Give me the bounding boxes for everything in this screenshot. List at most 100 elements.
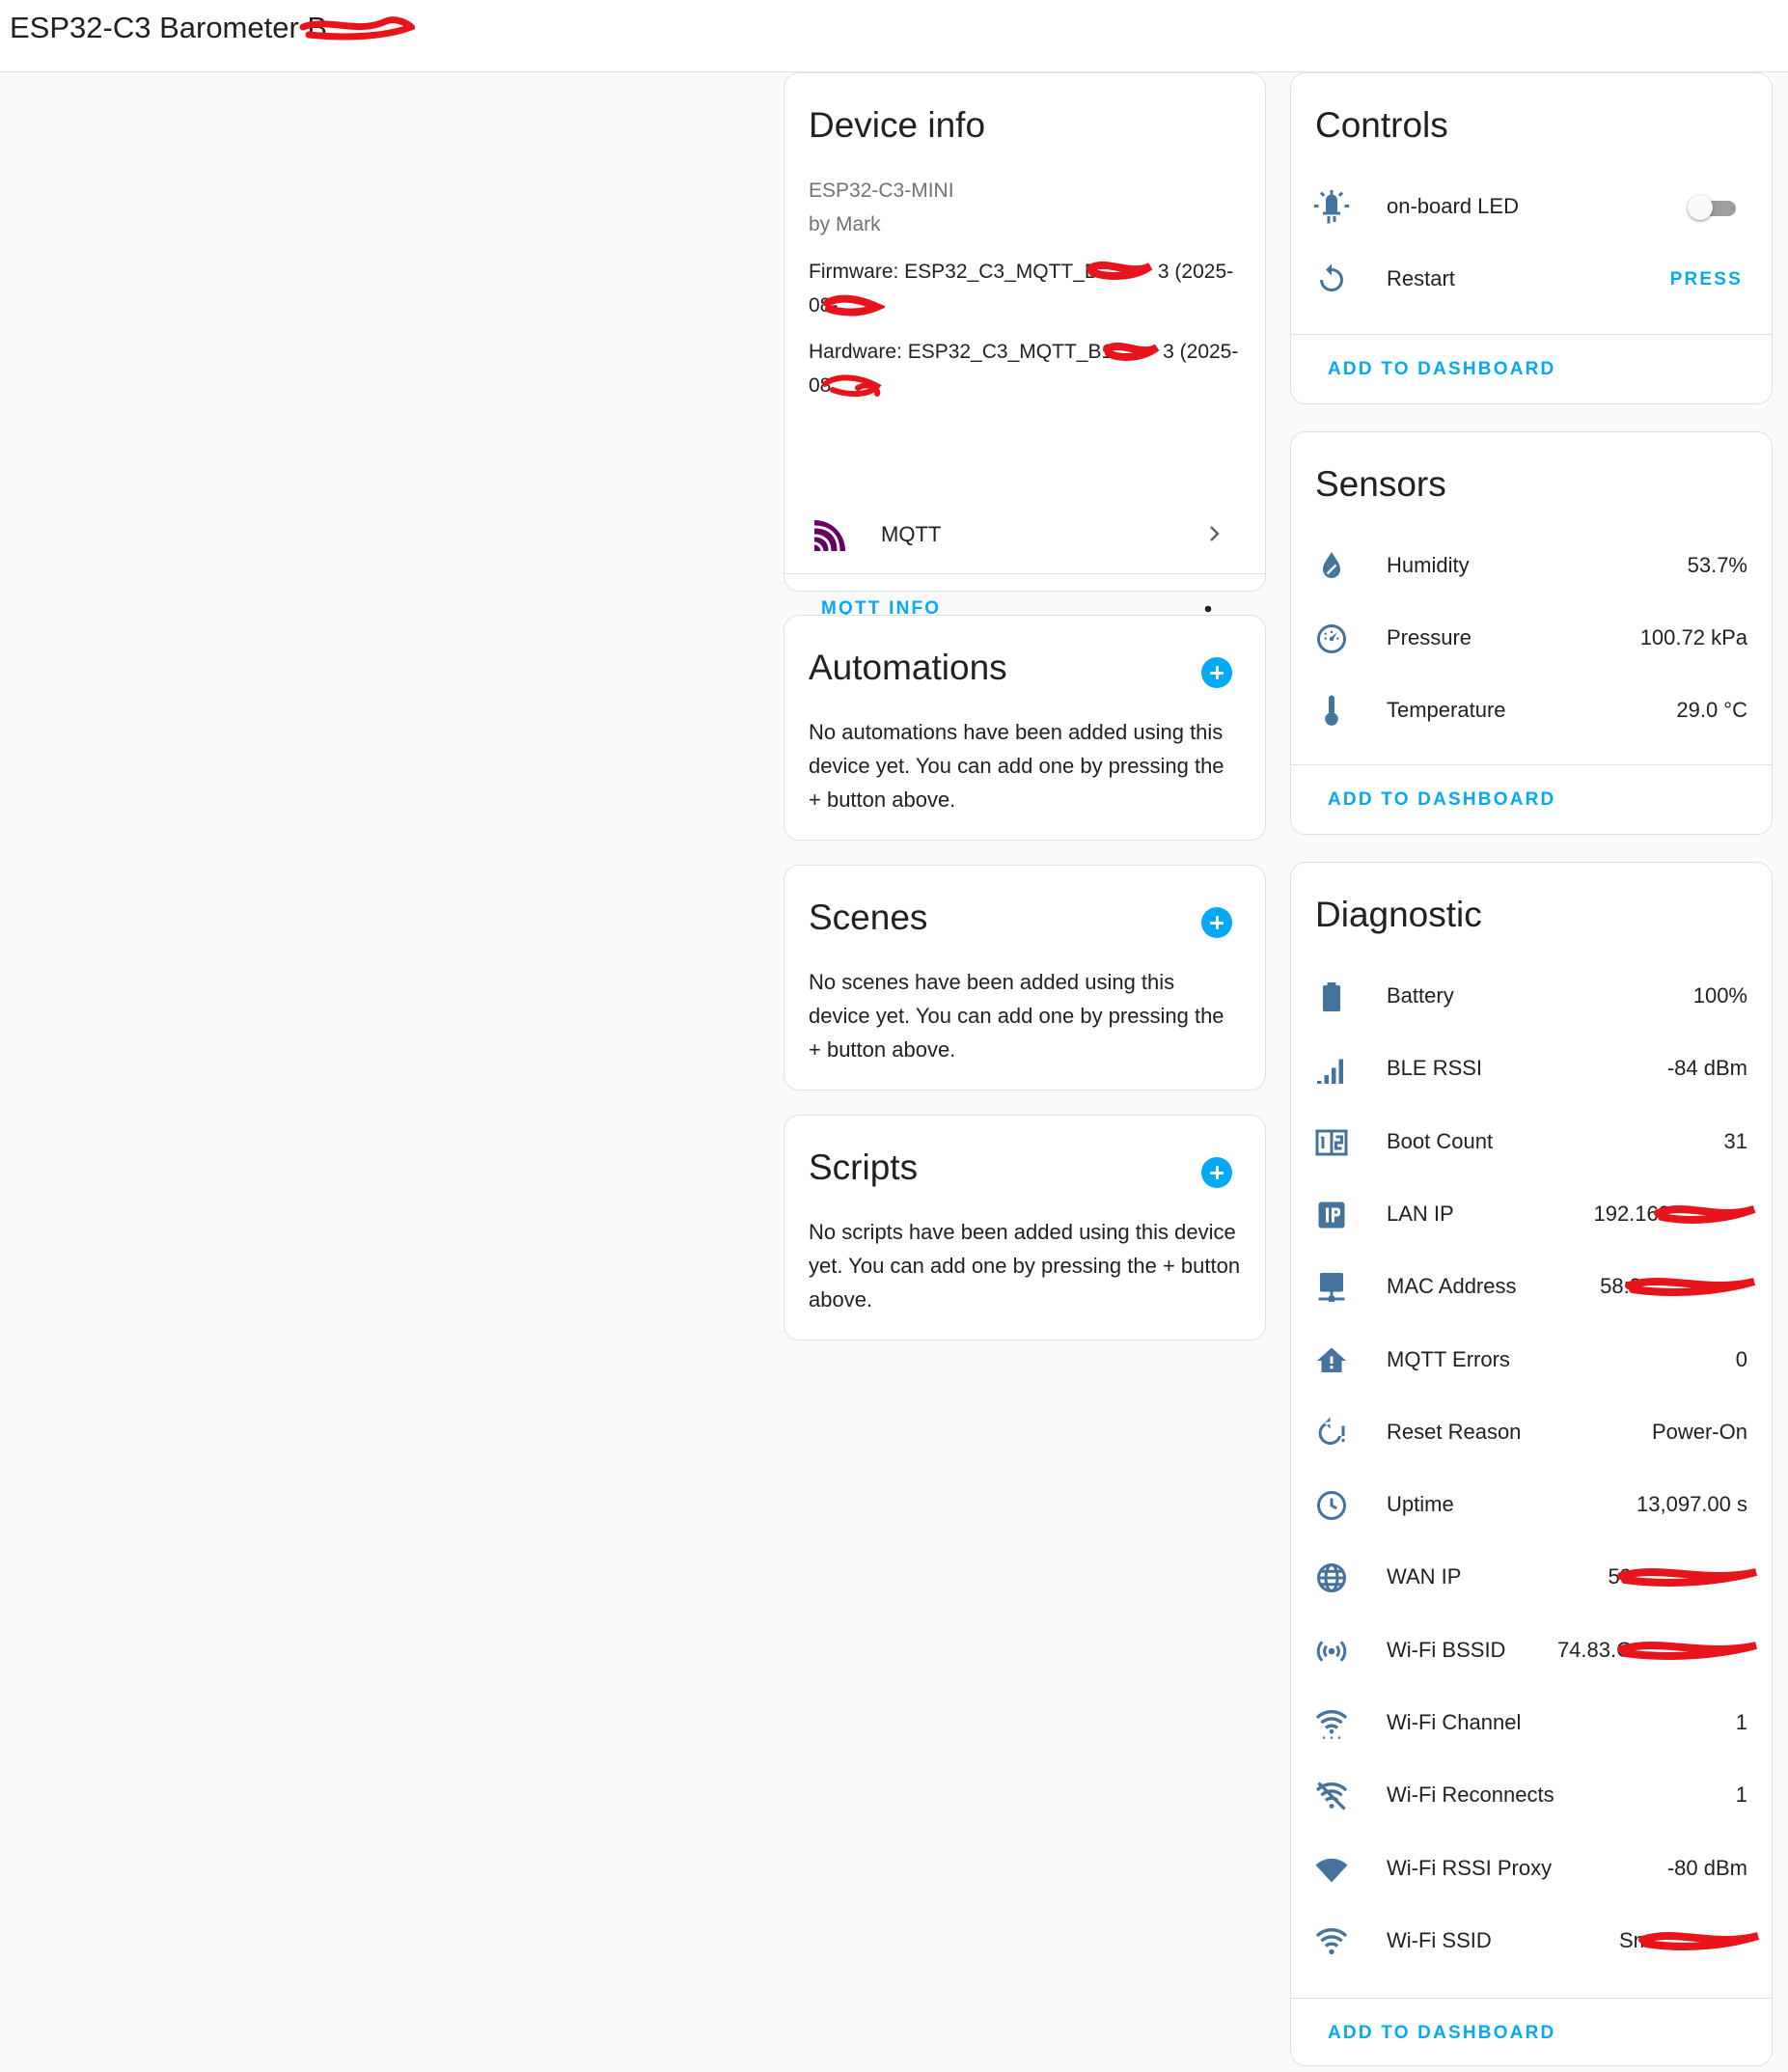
entity-row-wi-fi-rssi-proxy[interactable]: Wi-Fi RSSI Proxy -80 dBm xyxy=(1291,1833,1772,1902)
add-to-dashboard-button[interactable]: ADD TO DASHBOARD xyxy=(1328,789,1555,811)
alert-home-icon xyxy=(1314,1343,1349,1378)
entity-value: 31 xyxy=(1723,1128,1747,1153)
firmware-prefix: Firmware: ESP32_C3_MQTT_B xyxy=(809,261,1098,283)
wifi-channel-icon xyxy=(1314,1706,1349,1741)
hardware-text: Hardware: ESP32_C3_MQTT_B1 3 (2025- xyxy=(809,341,1238,364)
entity-row-reset-reason[interactable]: Reset Reason Power-On xyxy=(1291,1396,1772,1466)
hardware-prefix: Hardware: ESP32_C3_MQTT_B1 xyxy=(809,341,1114,363)
entity-row-restart[interactable]: Restart PRESS xyxy=(1291,243,1772,313)
entity-row-onboard-led[interactable]: on-board LED xyxy=(1291,171,1772,240)
entity-row-mac-address[interactable]: MAC Address 58:8 xyxy=(1291,1251,1772,1320)
gauge-icon xyxy=(1314,622,1349,656)
add-scene-button[interactable] xyxy=(1201,907,1232,938)
thermometer-icon xyxy=(1314,694,1349,729)
entity-row-uptime[interactable]: Uptime 13,097.00 s xyxy=(1291,1469,1772,1538)
entity-row-ble-rssi[interactable]: BLE RSSI -84 dBm xyxy=(1291,1033,1772,1102)
controls-card: Controls on-board LED Restart PRESS ADD … xyxy=(1290,72,1773,404)
entity-label: Wi-Fi SSID xyxy=(1387,1927,1492,1952)
scripts-title: Scripts xyxy=(809,1147,919,1187)
device-manufacturer: by Mark xyxy=(809,213,881,235)
entity-label: LAN IP xyxy=(1387,1201,1454,1226)
restart-alert-icon xyxy=(1314,1416,1349,1450)
redaction-mark xyxy=(822,374,882,398)
entity-row-wi-fi-channel[interactable]: Wi-Fi Channel 1 xyxy=(1291,1687,1772,1756)
device-info-card: Device info ESP32-C3-MINI by Mark Firmwa… xyxy=(784,72,1266,632)
entity-value: 1 xyxy=(1735,1710,1747,1734)
entity-label: MAC Address xyxy=(1387,1274,1517,1299)
entity-label: WAN IP xyxy=(1387,1564,1462,1589)
counter-icon xyxy=(1314,1125,1349,1160)
redaction-mark xyxy=(1638,1931,1760,1950)
device-info-title: Device info xyxy=(809,105,986,145)
automations-card: Automations No automations have been add… xyxy=(784,615,1266,841)
mqtt-integration-label: MQTT xyxy=(881,522,942,546)
firmware-suffix: 3 (2025- xyxy=(1157,261,1234,283)
hardware-suffix: 3 (2025- xyxy=(1163,341,1239,363)
redaction-mark xyxy=(299,16,415,41)
scenes-title: Scenes xyxy=(809,898,928,937)
entity-row-temperature[interactable]: Temperature 29.0 °C xyxy=(1291,675,1772,744)
entity-value: -84 dBm xyxy=(1666,1056,1747,1081)
automations-empty-text: No automations have been added using thi… xyxy=(809,720,1224,812)
entity-label: Humidity xyxy=(1387,553,1470,577)
entity-row-wi-fi-reconnects[interactable]: Wi-Fi Reconnects 1 xyxy=(1291,1759,1772,1829)
battery-icon xyxy=(1314,980,1349,1014)
entity-row-battery[interactable]: Battery 100% xyxy=(1291,960,1772,1030)
entity-row-wan-ip[interactable]: WAN IP 59 xyxy=(1291,1541,1772,1611)
entity-label: Battery xyxy=(1387,983,1454,1008)
entity-value: 1 xyxy=(1735,1782,1747,1808)
mqtt-logo-icon xyxy=(812,518,847,553)
entity-label: on-board LED xyxy=(1387,194,1519,218)
redaction-mark xyxy=(1087,261,1153,280)
ip-icon xyxy=(1314,1198,1349,1232)
add-to-dashboard-button[interactable]: ADD TO DASHBOARD xyxy=(1328,359,1555,380)
card-divider xyxy=(1291,764,1772,765)
add-to-dashboard-button[interactable]: ADD TO DASHBOARD xyxy=(1328,2023,1555,2044)
firmware-text: Firmware: ESP32_C3_MQTT_B 3 (2025- xyxy=(809,261,1233,284)
entity-label: Wi-Fi RSSI Proxy xyxy=(1387,1855,1553,1880)
mqtt-integration-row[interactable]: MQTT xyxy=(784,498,1265,570)
add-script-button[interactable] xyxy=(1201,1157,1232,1188)
entity-row-wi-fi-ssid[interactable]: Wi-Fi SSID Sm xyxy=(1291,1905,1772,1975)
entity-label: Wi-Fi BSSID xyxy=(1387,1637,1506,1662)
device-model: ESP32-C3-MINI xyxy=(809,180,954,202)
redaction-mark xyxy=(1617,1568,1758,1588)
entity-value: 53.7% xyxy=(1687,553,1747,577)
entity-label: Boot Count xyxy=(1387,1128,1494,1153)
add-automation-button[interactable] xyxy=(1201,657,1232,688)
redaction-mark xyxy=(1617,1641,1758,1660)
entity-row-humidity[interactable]: Humidity 53.7% xyxy=(1291,530,1772,599)
entity-value: -80 dBm xyxy=(1666,1855,1747,1880)
entity-row-boot-count[interactable]: Boot Count 31 xyxy=(1291,1106,1772,1175)
entity-value: 100.72 kPa xyxy=(1639,625,1747,649)
entity-label: Wi-Fi Reconnects xyxy=(1387,1782,1554,1808)
network-icon xyxy=(1314,1270,1349,1305)
entity-value: Power-On xyxy=(1651,1419,1747,1444)
chevron-right-icon xyxy=(1205,524,1224,543)
entity-value: 0 xyxy=(1735,1346,1747,1371)
redaction-mark xyxy=(1625,1278,1756,1297)
wifi-icon xyxy=(1314,1924,1349,1959)
scenes-empty-text: No scenes have been added using this dev… xyxy=(809,970,1224,1062)
entity-label: MQTT Errors xyxy=(1387,1346,1510,1371)
entity-row-mqtt-errors[interactable]: MQTT Errors 0 xyxy=(1291,1324,1772,1394)
entity-row-pressure[interactable]: Pressure 100.72 kPa xyxy=(1291,602,1772,672)
globe-icon xyxy=(1314,1561,1349,1595)
diagnostic-card: Diagnostic Battery 100% BLE RSSI -84 dBm Boo… xyxy=(1290,862,1773,2066)
led-toggle-switch[interactable] xyxy=(1688,195,1740,220)
entity-label: Restart xyxy=(1387,266,1455,290)
entity-row-wi-fi-bssid[interactable]: Wi-Fi BSSID 74.83.C xyxy=(1291,1615,1772,1684)
entity-row-lan-ip[interactable]: LAN IP 192.168 xyxy=(1291,1178,1772,1248)
led-icon xyxy=(1314,190,1349,225)
press-button[interactable]: PRESS xyxy=(1670,269,1743,290)
diagnostic-title: Diagnostic xyxy=(1315,895,1482,934)
wifi-off-icon xyxy=(1314,1779,1349,1813)
scripts-card: Scripts No scripts have been added using… xyxy=(784,1115,1266,1340)
controls-title: Controls xyxy=(1315,105,1448,145)
card-divider xyxy=(1291,334,1772,335)
card-divider xyxy=(784,573,1265,574)
entity-value: 100% xyxy=(1692,983,1747,1008)
sensors-card: Sensors Humidity 53.7% Pressure 100.72 kPa T… xyxy=(1290,431,1773,835)
top-app-bar: ESP32-C3 Barometer B xyxy=(0,0,1788,72)
automations-title: Automations xyxy=(809,648,1007,687)
